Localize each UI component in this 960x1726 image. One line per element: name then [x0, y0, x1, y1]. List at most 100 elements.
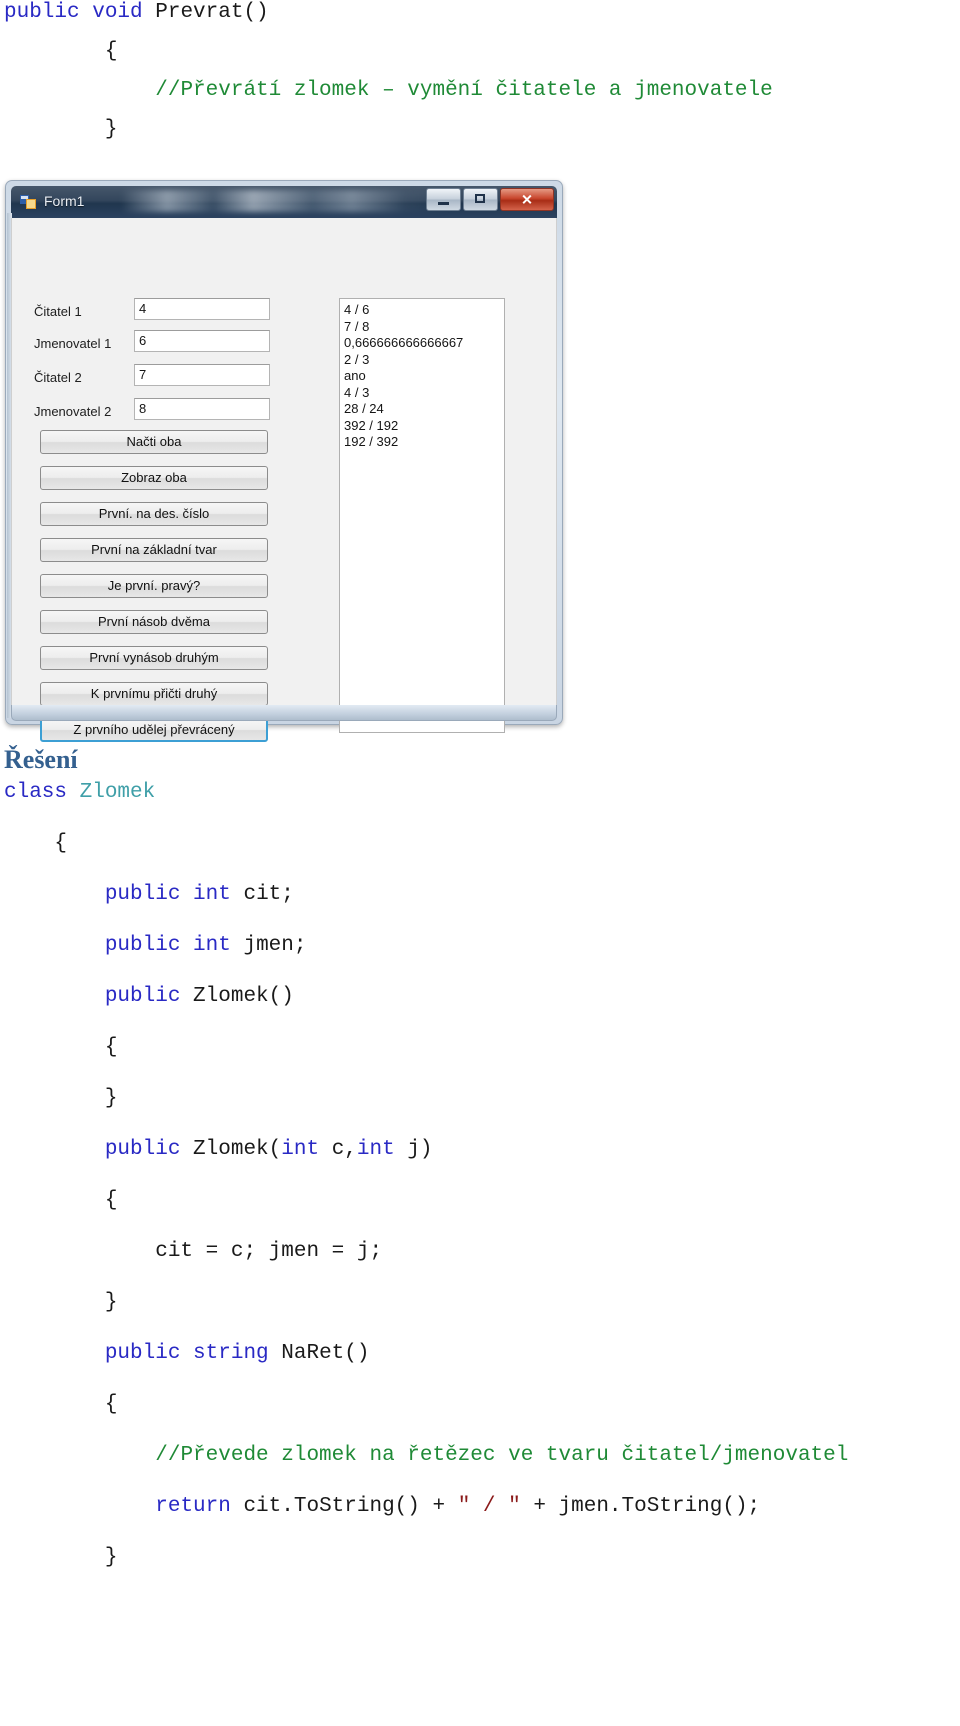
solution-code-token: cit = c; jmen = j;: [4, 1240, 383, 1263]
output-listbox[interactable]: 4 / 67 / 8 0,666666666666667 2 / 3 ano 4 / 3…: [339, 298, 505, 733]
solution-code-line: public Zlomek(): [4, 986, 956, 1007]
listbox-item-2[interactable]: 0,666666666666667: [344, 335, 500, 352]
solution-code-token: int: [356, 1138, 408, 1161]
solution-code-token: " / ": [457, 1495, 521, 1518]
top-code-token: {: [4, 40, 118, 63]
solution-code-line: return cit.ToString() + " / " + jmen.ToS…: [4, 1496, 956, 1517]
solution-code-token: {: [4, 1036, 118, 1059]
top-code-token: void: [92, 1, 156, 24]
listbox-item-7[interactable]: 392 / 192: [344, 418, 500, 435]
window-controls: ✕: [426, 188, 554, 211]
top-code-line: {: [4, 41, 954, 62]
solution-code-line: cit = c; jmen = j;: [4, 1241, 956, 1262]
field-label-3: Jmenovatel 2: [34, 404, 112, 419]
solution-code-line: public int cit;: [4, 884, 956, 905]
listbox-item-0[interactable]: 4 / 6: [344, 302, 500, 319]
solution-code-token: public: [104, 985, 194, 1008]
solution-code-line: }: [4, 1292, 956, 1313]
solution-code-token: {: [4, 832, 68, 855]
solution-code-token: class: [4, 781, 80, 804]
top-code-line: }: [4, 119, 954, 140]
solution-code-token: Zlomek(: [193, 1138, 282, 1161]
form-action-button-8[interactable]: Z prvního udělej převrácený: [40, 718, 268, 742]
top-code-token: public: [4, 1, 93, 24]
solution-code-token: public: [104, 1138, 194, 1161]
solution-code-token: Zlomek(): [193, 985, 294, 1008]
form-action-button-6[interactable]: První vynásob druhým: [40, 646, 268, 670]
solution-code-line: public Zlomek(int c,int j): [4, 1139, 956, 1160]
form-action-button-1[interactable]: Zobraz oba: [40, 466, 268, 490]
top-code-token: Prevrat(): [155, 1, 269, 24]
solution-code-token: jmen;: [243, 934, 307, 957]
field-label-2: Čitatel 2: [34, 370, 82, 385]
field-input-0[interactable]: 4: [134, 298, 270, 320]
maximize-button[interactable]: [463, 188, 498, 211]
solution-code-token: {: [4, 1393, 118, 1416]
solution-code-token: cit;: [243, 883, 294, 906]
solution-code-line: {: [4, 1037, 956, 1058]
form-action-button-0[interactable]: Načti oba: [40, 430, 268, 454]
window-title: Form1: [44, 193, 85, 209]
listbox-item-1[interactable]: 7 / 8: [344, 319, 500, 336]
form-action-button-5[interactable]: První násob dvěma: [40, 610, 268, 634]
solution-code-token: NaRet(): [281, 1342, 370, 1365]
form-action-button-2[interactable]: První. na des. číslo: [40, 502, 268, 526]
solution-code-token: public: [104, 1342, 194, 1365]
close-button[interactable]: ✕: [500, 188, 554, 211]
solution-code-line: {: [4, 1190, 956, 1211]
solution-code-token: + jmen.ToString();: [520, 1495, 761, 1518]
solution-code-token: [4, 1138, 105, 1161]
solution-code-line: public int jmen;: [4, 935, 956, 956]
window-frame: Form1 ✕ Čitatel 1 4 Jmenovatel 1 6 Čitatel 2…: [5, 180, 563, 742]
solution-code-line: }: [4, 1088, 956, 1109]
solution-code-token: }: [4, 1291, 118, 1314]
window-client-area: Čitatel 1 4 Jmenovatel 1 6 Čitatel 2 7 Jmenova…: [11, 218, 557, 742]
field-label-1: Jmenovatel 1: [34, 336, 112, 351]
solution-code-line: {: [4, 1394, 956, 1415]
top-code-line: public void Prevrat(): [4, 2, 954, 23]
solution-code-token: {: [4, 1189, 118, 1212]
solution-code-line: //Převede zlomek na řetězec ve tvaru čit…: [4, 1445, 956, 1466]
solution-code-token: [4, 1342, 105, 1365]
solution-code-token: int: [281, 1138, 332, 1161]
listbox-item-8[interactable]: 192 / 392: [344, 434, 500, 451]
form-action-button-3[interactable]: První na základní tvar: [40, 538, 268, 562]
listbox-item-6[interactable]: 28 / 24: [344, 401, 500, 418]
listbox-item-3[interactable]: 2 / 3: [344, 352, 500, 369]
solution-code-token: [4, 934, 105, 957]
solution-code-token: [4, 883, 105, 906]
window-bottom-edge: [11, 705, 557, 721]
solution-code-token: cit.ToString() +: [243, 1495, 458, 1518]
field-label-0: Čitatel 1: [34, 304, 82, 319]
solution-code-token: int: [193, 883, 244, 906]
vs-form-icon: [20, 195, 36, 209]
field-input-1[interactable]: 6: [134, 330, 270, 352]
solution-code-token: }: [4, 1546, 118, 1569]
solution-code-line: {: [4, 833, 956, 854]
solution-code-token: //Převede zlomek na řetězec ve tvaru čit…: [155, 1444, 849, 1467]
solution-code-token: string: [193, 1342, 282, 1365]
window-titlebar[interactable]: Form1 ✕: [11, 186, 557, 218]
top-code-token: [4, 79, 155, 102]
close-icon: ✕: [521, 191, 533, 207]
maximize-icon: [475, 194, 485, 203]
field-input-3[interactable]: 8: [134, 398, 270, 420]
solution-code-block: class Zlomek { public int cit; public in…: [4, 782, 956, 1598]
form-action-button-7[interactable]: K prvnímu přičti druhý: [40, 682, 268, 706]
listbox-item-4[interactable]: ano: [344, 368, 500, 385]
solution-heading: Řešení: [4, 745, 78, 774]
solution-code-token: }: [4, 1087, 118, 1110]
solution-code-token: public: [104, 934, 194, 957]
form-action-button-4[interactable]: Je první. pravý?: [40, 574, 268, 598]
minimize-button[interactable]: [426, 188, 461, 211]
solution-code-token: public: [104, 883, 194, 906]
solution-code-token: Zlomek: [79, 781, 156, 804]
field-input-2[interactable]: 7: [134, 364, 270, 386]
solution-code-token: return: [155, 1495, 244, 1518]
top-code-token: }: [4, 118, 118, 141]
solution-code-token: [4, 1495, 155, 1518]
solution-code-token: [4, 1444, 155, 1467]
listbox-item-5[interactable]: 4 / 3: [344, 385, 500, 402]
solution-code-token: c,: [331, 1138, 357, 1161]
solution-code-line: class Zlomek: [4, 782, 956, 803]
